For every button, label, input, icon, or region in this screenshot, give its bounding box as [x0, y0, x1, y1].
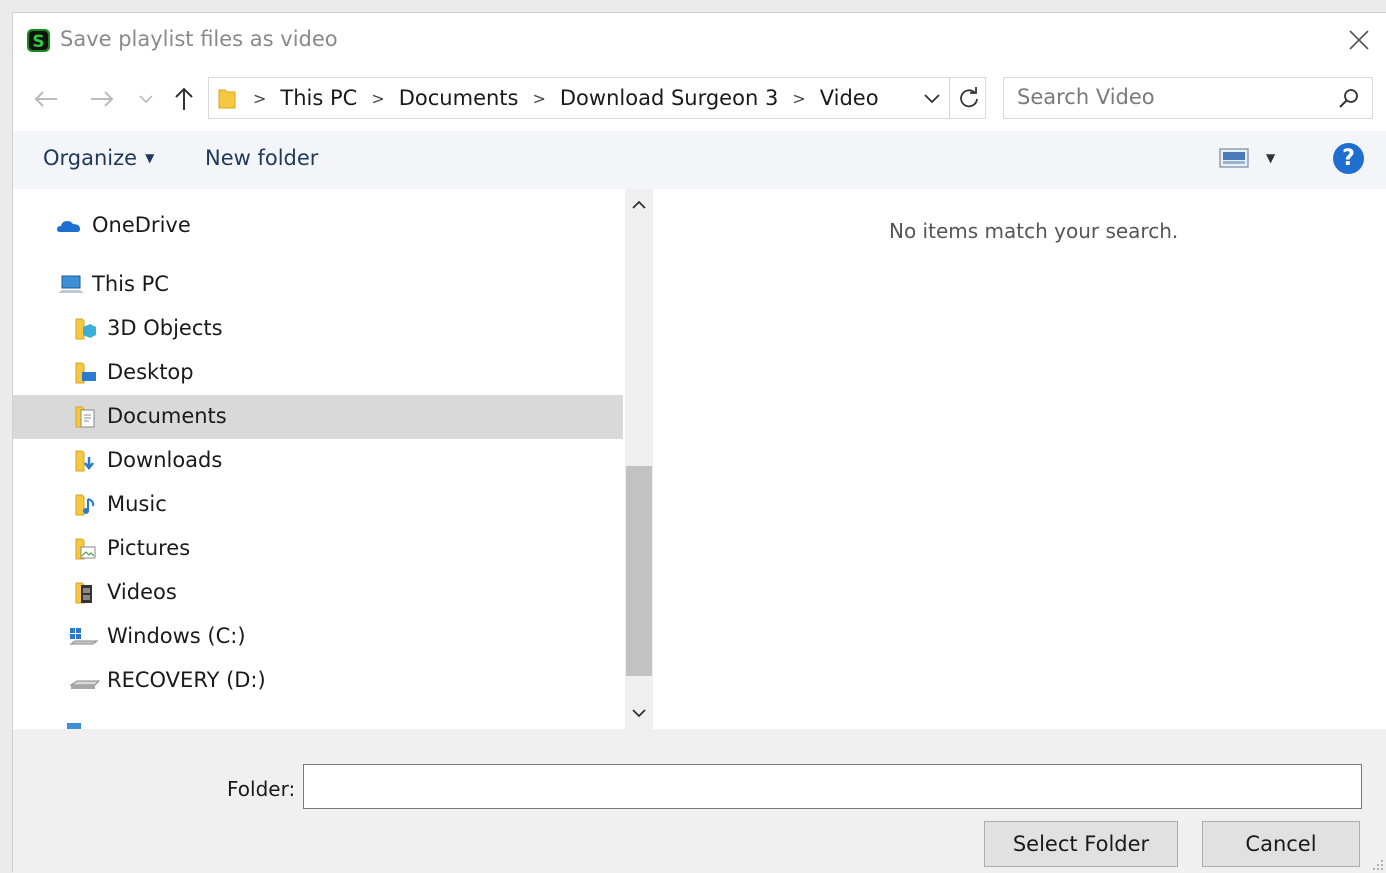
chevron-down-icon	[632, 709, 646, 718]
search-icon[interactable]	[1338, 87, 1360, 109]
nav-label: 3D Objects	[107, 316, 223, 340]
organize-menu[interactable]: Organize ▼	[43, 146, 154, 170]
select-folder-button[interactable]: Select Folder	[984, 821, 1178, 867]
chevron-up-icon	[632, 200, 646, 209]
drive-icon	[69, 680, 101, 689]
empty-message: No items match your search.	[889, 219, 1179, 243]
forward-arrow-icon	[91, 91, 114, 107]
navigation-pane: OneDrive This PC 3D Objects Desktop Docu…	[13, 189, 653, 729]
breadcrumb-video[interactable]: Video	[820, 86, 879, 110]
nav-item-3d-objects[interactable]: 3D Objects	[13, 307, 623, 351]
nav-item-documents[interactable]: Documents	[13, 395, 623, 439]
forward-button[interactable]	[87, 83, 117, 115]
nav-label: This PC	[92, 272, 169, 296]
organize-label: Organize	[43, 146, 138, 170]
nav-label: OneDrive	[92, 213, 191, 237]
chevron-right-icon: >	[532, 88, 546, 108]
breadcrumb-documents[interactable]: Documents	[399, 86, 519, 110]
close-button[interactable]	[1342, 23, 1376, 57]
nav-item-music[interactable]: Music	[13, 483, 623, 527]
view-icon	[1219, 148, 1249, 168]
dialog-footer: Folder: Select Folder Cancel	[13, 729, 1386, 873]
file-list-pane[interactable]: No items match your search.	[655, 189, 1386, 729]
nav-label: RECOVERY (D:)	[107, 668, 266, 692]
nav-label: Windows (C:)	[107, 624, 246, 648]
window-title: Save playlist files as video	[60, 27, 338, 51]
scrollbar-thumb[interactable]	[626, 466, 652, 676]
pictures-folder-icon	[75, 538, 96, 560]
downloads-folder-icon	[75, 450, 94, 472]
new-folder-button[interactable]: New folder	[205, 146, 318, 170]
nav-item-recovery-d[interactable]: RECOVERY (D:)	[13, 659, 623, 703]
resize-grip-icon[interactable]	[1370, 857, 1384, 871]
nav-label: Desktop	[107, 360, 194, 384]
onedrive-icon	[57, 221, 80, 232]
scroll-down-button[interactable]	[625, 701, 653, 725]
breadcrumb-this-pc[interactable]: This PC	[280, 86, 357, 110]
chevron-right-icon: >	[253, 88, 267, 108]
save-dialog: S Save playlist files as video > This PC…	[12, 12, 1386, 873]
title-bar: S Save playlist files as video	[13, 13, 1386, 67]
folder-icon	[218, 89, 236, 109]
nav-item-this-pc[interactable]: This PC	[13, 263, 623, 307]
nav-label: Downloads	[107, 448, 223, 472]
view-options-caret-icon[interactable]: ▼	[1266, 151, 1275, 165]
folder-input[interactable]	[303, 764, 1362, 809]
this-pc-icon	[58, 275, 84, 293]
chevron-right-icon: >	[792, 88, 806, 108]
refresh-button[interactable]	[949, 78, 987, 118]
3d-objects-folder-icon	[75, 318, 96, 340]
nav-label: Pictures	[107, 536, 191, 560]
address-history-button[interactable]	[919, 86, 945, 112]
caret-down-icon: ▼	[145, 151, 155, 165]
nav-item-videos[interactable]: Videos	[13, 571, 623, 615]
nav-label: Music	[107, 492, 167, 516]
back-button[interactable]	[31, 83, 61, 115]
help-button[interactable]: ?	[1333, 143, 1364, 174]
cancel-button[interactable]: Cancel	[1202, 821, 1360, 867]
windows-drive-icon	[69, 628, 99, 645]
folder-label: Folder:	[227, 777, 296, 801]
nav-item-windows-c[interactable]: Windows (C:)	[13, 615, 623, 659]
search-input[interactable]: Search Video	[1003, 77, 1373, 119]
desktop-folder-icon	[75, 362, 96, 384]
help-icon: ?	[1342, 146, 1355, 171]
nav-label: Documents	[107, 404, 227, 428]
nav-item-desktop[interactable]: Desktop	[13, 351, 623, 395]
nav-item-onedrive[interactable]: OneDrive	[13, 204, 623, 248]
chevron-right-icon: >	[371, 88, 385, 108]
up-button[interactable]	[169, 83, 199, 115]
back-arrow-icon	[34, 91, 57, 107]
network-icon	[67, 723, 81, 729]
app-logo-icon: S	[27, 29, 50, 52]
refresh-icon	[959, 87, 978, 108]
svg-text:S: S	[32, 32, 44, 52]
close-icon	[1349, 30, 1369, 50]
nav-label: Videos	[107, 580, 177, 604]
address-bar[interactable]: > This PC > Documents > Download Surgeon…	[208, 77, 986, 119]
search-placeholder: Search Video	[1017, 85, 1155, 109]
breadcrumb-download-surgeon[interactable]: Download Surgeon 3	[560, 86, 778, 110]
documents-folder-icon	[75, 406, 95, 428]
music-folder-icon	[75, 494, 95, 516]
command-bar: Organize ▼ New folder ▼ ?	[13, 131, 1386, 189]
scroll-up-button[interactable]	[625, 193, 653, 217]
chevron-down-icon	[139, 95, 153, 104]
nav-item-downloads[interactable]: Downloads	[13, 439, 623, 483]
videos-folder-icon	[75, 582, 92, 604]
breadcrumb: > This PC > Documents > Download Surgeon…	[253, 78, 893, 118]
recent-locations-button[interactable]	[135, 83, 157, 115]
change-view-button[interactable]	[1219, 147, 1249, 169]
up-arrow-icon	[175, 87, 193, 110]
chevron-down-icon	[924, 94, 940, 104]
nav-item-pictures[interactable]: Pictures	[13, 527, 623, 571]
